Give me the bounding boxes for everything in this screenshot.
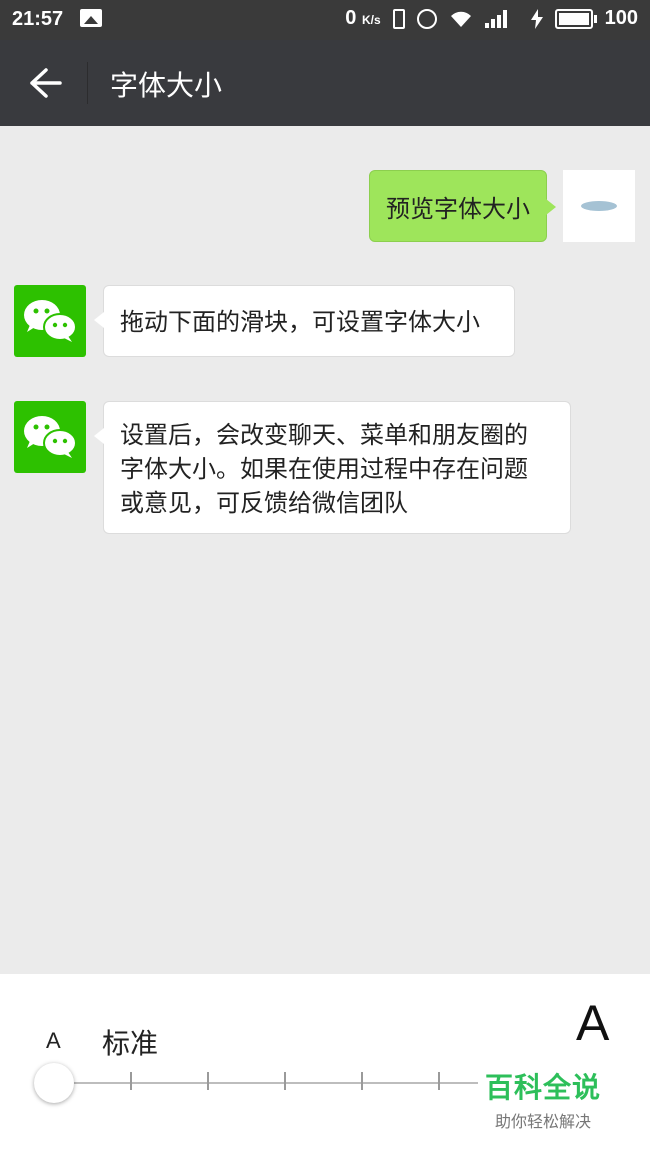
- page-title: 字体大小: [110, 69, 223, 102]
- wechat-avatar: [14, 401, 86, 473]
- network-speed-value: 0: [345, 7, 357, 29]
- wechat-logo-icon: [24, 300, 77, 342]
- current-size-label: 标准: [102, 1027, 159, 1060]
- title-bar: 字体大小: [0, 40, 650, 126]
- font-size-panel: A 标准 A 百科全说 助你轻松解决: [0, 974, 650, 1155]
- message-text: 拖动下面的滑块，可设置字体大小: [120, 308, 480, 336]
- back-arrow-icon: [30, 68, 62, 98]
- chat-bubble-received: 设置后，会改变聊天、菜单和朋友圈的 字体大小。如果在使用过程中存在问题 或意见，…: [94, 401, 571, 534]
- signal-icon: [484, 9, 519, 28]
- watermark-subtitle: 助你轻松解决: [494, 1112, 591, 1131]
- status-bar: 21:57 0 K/s 100: [0, 0, 650, 40]
- self-avatar: [563, 170, 635, 242]
- network-speed: 0 K/s: [345, 7, 380, 30]
- slider-tick[interactable]: [284, 1072, 286, 1090]
- watermark-title: 百科全说: [484, 1071, 601, 1104]
- network-speed-unit: K/s: [361, 13, 381, 27]
- charging-icon: [530, 8, 543, 29]
- message-line: 设置后，会改变聊天、菜单和朋友圈的: [120, 421, 528, 449]
- chat-bubble-self: 预览字体大小: [369, 170, 556, 242]
- chat-preview: 预览字体大小 拖动下面的滑块，可设置字体大小 设置后，会改变聊天、菜单和朋友圈的…: [0, 126, 650, 974]
- message-line: 字体大小。如果在使用过程中存在问题: [120, 455, 528, 483]
- status-time: 21:57: [12, 8, 64, 30]
- slider-tick[interactable]: [438, 1072, 440, 1090]
- wifi-icon: [450, 11, 471, 27]
- status-icons: 0 K/s 100: [345, 7, 638, 30]
- watermark: 百科全说 助你轻松解决: [478, 1064, 608, 1134]
- battery-level: 100: [604, 7, 638, 29]
- vibrate-icon: [392, 8, 405, 29]
- small-font-label: A: [46, 1028, 61, 1053]
- slider-tick[interactable]: [207, 1072, 209, 1090]
- wechat-avatar: [14, 285, 86, 357]
- back-button[interactable]: [18, 62, 70, 104]
- title-divider: [87, 62, 88, 104]
- slider-tick[interactable]: [130, 1072, 132, 1090]
- battery-icon: [554, 8, 597, 29]
- message-text: 预览字体大小: [386, 194, 530, 223]
- font-size-slider-thumb[interactable]: [34, 1063, 74, 1103]
- chat-bubble-received: 拖动下面的滑块，可设置字体大小: [94, 285, 515, 357]
- message-line: 或意见，可反馈给微信团队: [120, 489, 408, 517]
- slider-tick[interactable]: [361, 1072, 363, 1090]
- image-notification-icon: [80, 9, 102, 27]
- alarm-icon: [416, 8, 437, 29]
- large-font-label: A: [576, 995, 610, 1051]
- wechat-logo-icon: [24, 416, 77, 458]
